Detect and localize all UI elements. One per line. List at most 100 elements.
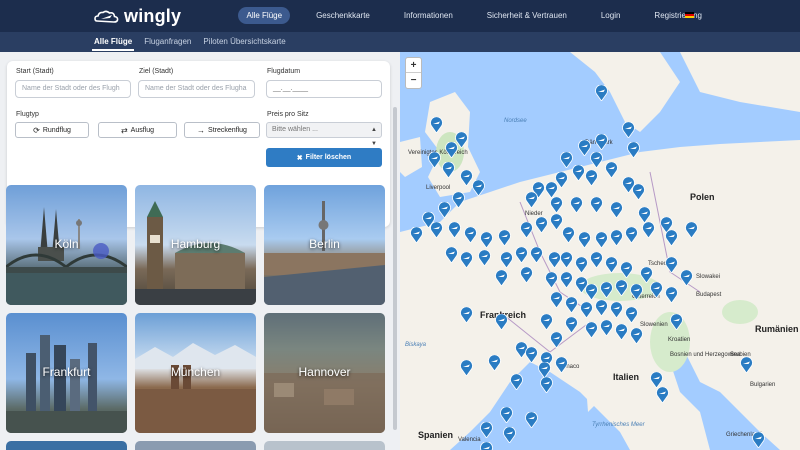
flight-pin-icon[interactable] xyxy=(665,287,678,303)
flight-pin-icon[interactable] xyxy=(615,280,628,296)
flight-pin-icon[interactable] xyxy=(600,282,613,298)
flight-pin-icon[interactable] xyxy=(560,272,573,288)
flight-pin-icon[interactable] xyxy=(610,230,623,246)
flight-pin-icon[interactable] xyxy=(540,377,553,393)
flight-pin-icon[interactable] xyxy=(540,314,553,330)
flight-pin-icon[interactable] xyxy=(610,202,623,218)
flight-pin-icon[interactable] xyxy=(752,432,765,448)
nav-login[interactable]: Login xyxy=(593,7,629,24)
flight-pin-icon[interactable] xyxy=(410,227,423,243)
tile-koeln[interactable]: Köln xyxy=(6,185,127,305)
tile-partial-1[interactable] xyxy=(6,441,127,450)
flight-pin-icon[interactable] xyxy=(622,122,635,138)
flight-pin-icon[interactable] xyxy=(460,307,473,323)
flight-pin-icon[interactable] xyxy=(545,182,558,198)
flight-pin-icon[interactable] xyxy=(610,302,623,318)
flight-pin-icon[interactable] xyxy=(495,314,508,330)
flight-pin-icon[interactable] xyxy=(562,227,575,243)
flight-pin-icon[interactable] xyxy=(472,180,485,196)
flight-pin-icon[interactable] xyxy=(605,162,618,178)
flight-pin-icon[interactable] xyxy=(560,252,573,268)
tile-partial-3[interactable] xyxy=(264,441,385,450)
tile-hamburg[interactable]: Hamburg xyxy=(135,185,256,305)
flight-pin-icon[interactable] xyxy=(595,232,608,248)
flight-pin-icon[interactable] xyxy=(625,307,638,323)
flight-pin-icon[interactable] xyxy=(452,192,465,208)
rundflug-button[interactable]: ⟳ Rundflug xyxy=(15,122,89,138)
flight-pin-icon[interactable] xyxy=(503,427,516,443)
flight-pin-icon[interactable] xyxy=(478,250,491,266)
flight-pin-icon[interactable] xyxy=(538,362,551,378)
date-input[interactable]: __.__.____ xyxy=(266,80,382,98)
flight-pin-icon[interactable] xyxy=(520,222,533,238)
german-flag-icon[interactable] xyxy=(685,12,694,18)
flight-pin-icon[interactable] xyxy=(627,142,640,158)
nav-informationen[interactable]: Informationen xyxy=(396,7,461,24)
flight-pin-icon[interactable] xyxy=(445,142,458,158)
flight-pin-icon[interactable] xyxy=(515,247,528,263)
flight-pin-icon[interactable] xyxy=(625,227,638,243)
flight-pin-icon[interactable] xyxy=(525,412,538,428)
zoom-in-button[interactable]: + xyxy=(406,58,421,73)
flight-pin-icon[interactable] xyxy=(630,328,643,344)
flight-pin-icon[interactable] xyxy=(464,227,477,243)
flight-pin-icon[interactable] xyxy=(460,252,473,268)
zoom-out-button[interactable]: − xyxy=(406,73,421,88)
flight-pin-icon[interactable] xyxy=(488,355,501,371)
flight-pin-icon[interactable] xyxy=(495,270,508,286)
flight-pin-icon[interactable] xyxy=(665,257,678,273)
flight-pin-icon[interactable] xyxy=(665,230,678,246)
flight-pin-icon[interactable] xyxy=(590,252,603,268)
flight-pin-icon[interactable] xyxy=(595,300,608,316)
flight-pin-icon[interactable] xyxy=(630,284,643,300)
tab-alle-fluege[interactable]: Alle Flüge xyxy=(88,32,138,52)
flight-pin-icon[interactable] xyxy=(500,407,513,423)
flight-pin-icon[interactable] xyxy=(605,257,618,273)
price-select[interactable]: Bitte wählen ... ▲ ▼ xyxy=(266,122,382,147)
tab-fluganfragen[interactable]: Fluganfragen xyxy=(138,32,197,52)
ziel-input[interactable]: Name der Stadt oder des Flugha xyxy=(138,80,255,98)
flight-pin-icon[interactable] xyxy=(448,222,461,238)
flight-pin-icon[interactable] xyxy=(550,332,563,348)
flight-pin-icon[interactable] xyxy=(500,252,513,268)
flight-pin-icon[interactable] xyxy=(430,117,443,133)
tile-frankfurt[interactable]: Frankfurt xyxy=(6,313,127,433)
start-input[interactable]: Name der Stadt oder des Flugh xyxy=(15,80,131,98)
flight-pin-icon[interactable] xyxy=(580,302,593,318)
flight-pin-icon[interactable] xyxy=(638,207,651,223)
flight-pin-icon[interactable] xyxy=(480,422,493,438)
flight-pin-icon[interactable] xyxy=(520,267,533,283)
flight-pin-icon[interactable] xyxy=(545,272,558,288)
flight-pin-icon[interactable] xyxy=(460,360,473,376)
flight-pin-icon[interactable] xyxy=(572,165,585,181)
flight-pin-icon[interactable] xyxy=(555,357,568,373)
flight-pin-icon[interactable] xyxy=(565,317,578,333)
flight-pin-icon[interactable] xyxy=(438,202,451,218)
clear-filter-button[interactable]: ✖ Filter löschen xyxy=(266,148,382,167)
logo[interactable]: wingly xyxy=(94,6,181,27)
flight-pin-icon[interactable] xyxy=(565,297,578,313)
flight-pin-icon[interactable] xyxy=(585,322,598,338)
flight-pin-icon[interactable] xyxy=(535,217,548,233)
flight-pin-icon[interactable] xyxy=(498,230,511,246)
flight-pin-icon[interactable] xyxy=(600,320,613,336)
flight-pin-icon[interactable] xyxy=(430,222,443,238)
flight-pin-icon[interactable] xyxy=(640,267,653,283)
flight-pin-icon[interactable] xyxy=(480,442,493,450)
flight-pin-icon[interactable] xyxy=(620,262,633,278)
flight-pin-icon[interactable] xyxy=(578,232,591,248)
tile-partial-2[interactable] xyxy=(135,441,256,450)
flight-pin-icon[interactable] xyxy=(615,324,628,340)
flight-pin-icon[interactable] xyxy=(570,197,583,213)
flight-pin-icon[interactable] xyxy=(680,270,693,286)
tile-berlin[interactable]: Berlin xyxy=(264,185,385,305)
flight-pin-icon[interactable] xyxy=(585,170,598,186)
flight-pin-icon[interactable] xyxy=(550,197,563,213)
flight-pin-icon[interactable] xyxy=(480,232,493,248)
flight-pin-icon[interactable] xyxy=(656,387,669,403)
flight-pin-icon[interactable] xyxy=(530,247,543,263)
flight-pin-icon[interactable] xyxy=(685,222,698,238)
flight-pin-icon[interactable] xyxy=(670,314,683,330)
flight-pin-icon[interactable] xyxy=(650,282,663,298)
flight-pin-icon[interactable] xyxy=(595,85,608,101)
